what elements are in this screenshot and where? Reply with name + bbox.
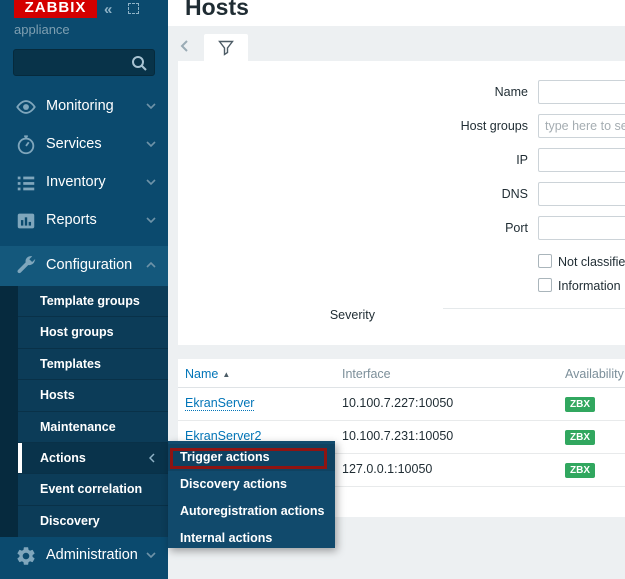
- sidebar-item-configuration[interactable]: Configuration: [0, 246, 168, 286]
- host-interface: 10.100.7.227:10050: [342, 396, 453, 410]
- sidebar-item-label: Inventory: [46, 174, 106, 190]
- selected-indicator-bar: [18, 443, 22, 473]
- page-header: Hosts: [168, 0, 625, 26]
- flyout-item-label: Trigger actions: [180, 450, 270, 464]
- host-interface: 127.0.0.1:10050: [342, 462, 432, 476]
- severity-not-classified-checkbox[interactable]: [538, 254, 552, 268]
- filter-host-groups-input[interactable]: [538, 114, 625, 138]
- eye-icon: [15, 96, 37, 118]
- stopwatch-icon: [15, 134, 37, 156]
- chevron-down-icon: [146, 103, 156, 110]
- flyout-item-label: Discovery actions: [180, 477, 287, 491]
- filter-tab[interactable]: [204, 34, 248, 61]
- flyout-item-label: Autoregistration actions: [180, 504, 324, 518]
- submenu-item-event-correlation[interactable]: Event correlation: [18, 474, 168, 505]
- submenu-item-templates[interactable]: Templates: [18, 349, 168, 380]
- severity-not-classified-label: Not classified: [558, 255, 625, 269]
- flyout-item-autoregistration-actions[interactable]: Autoregistration actions: [168, 498, 335, 525]
- column-header-name[interactable]: Name: [185, 367, 218, 381]
- sidebar-item-administration[interactable]: Administration: [0, 537, 168, 575]
- collapse-sidebar-icon[interactable]: «: [104, 1, 110, 18]
- server-name-label: appliance: [14, 22, 70, 37]
- submenu-item-hosts[interactable]: Hosts: [18, 380, 168, 411]
- filter-ip-label: IP: [516, 153, 528, 167]
- chevron-down-icon: [146, 217, 156, 224]
- funnel-icon: [218, 40, 234, 56]
- filter-dns-input[interactable]: [538, 182, 625, 206]
- tab-scroll-left-icon[interactable]: [180, 39, 189, 53]
- configuration-submenu: Template groups Host groups Templates Ho…: [0, 286, 168, 537]
- column-header-interface: Interface: [342, 367, 391, 381]
- filter-port-label: Port: [505, 221, 528, 235]
- submenu-label: Template groups: [40, 294, 140, 308]
- sidebar-item-label: Reports: [46, 212, 97, 228]
- filter-panel: Name Host groups IP DNS Port Severity: [178, 61, 625, 345]
- filter-port-input[interactable]: [538, 216, 625, 240]
- search-icon[interactable]: [130, 54, 148, 72]
- submenu-label: Templates: [40, 357, 101, 371]
- flyout-item-discovery-actions[interactable]: Discovery actions: [168, 471, 335, 498]
- sidebar-item-monitoring[interactable]: Monitoring: [0, 88, 168, 126]
- sidebar-item-label: Configuration: [46, 257, 132, 273]
- sidebar-item-label: Administration: [46, 547, 138, 563]
- sort-asc-icon: ▲: [222, 370, 230, 379]
- submenu-item-actions[interactable]: Actions: [18, 443, 168, 474]
- submenu-label: Hosts: [40, 388, 75, 402]
- flyout-item-label: Internal actions: [180, 531, 272, 545]
- severity-information-checkbox[interactable]: [538, 278, 552, 292]
- filter-name-label: Name: [495, 85, 528, 99]
- submenu-label: Actions: [40, 451, 86, 465]
- sidebar: ZABBIX « appliance Monitorin: [0, 0, 168, 579]
- host-link[interactable]: EkranServer: [185, 396, 254, 411]
- filter-dns-label: DNS: [502, 187, 528, 201]
- column-header-availability: Availability: [565, 367, 624, 381]
- list-icon: [15, 172, 37, 194]
- submenu-label: Maintenance: [40, 420, 116, 434]
- submenu-label: Host groups: [40, 325, 114, 339]
- submenu-item-discovery[interactable]: Discovery: [18, 506, 168, 537]
- sidebar-item-services[interactable]: Services: [0, 126, 168, 164]
- sidebar-item-inventory[interactable]: Inventory: [0, 164, 168, 202]
- submenu-item-maintenance[interactable]: Maintenance: [18, 412, 168, 443]
- hide-sidebar-icon[interactable]: [128, 3, 139, 14]
- sidebar-item-label: Services: [46, 136, 102, 152]
- chevron-left-icon: [149, 453, 156, 463]
- table-header-row: Name ▲ Interface Availability: [178, 359, 625, 388]
- submenu-item-template-groups[interactable]: Template groups: [18, 286, 168, 317]
- sidebar-item-label: Monitoring: [46, 98, 114, 114]
- page-title: Hosts: [185, 0, 249, 21]
- filter-severity-label: Severity: [330, 308, 375, 322]
- filter-divider: [443, 308, 625, 309]
- sidebar-item-reports[interactable]: Reports: [0, 202, 168, 240]
- wrench-icon: [15, 255, 37, 277]
- bar-chart-icon: [15, 210, 37, 232]
- main-menu: Monitoring Services: [0, 88, 168, 286]
- filter-tabbar: [168, 33, 625, 61]
- chevron-up-icon: [146, 262, 156, 269]
- filter-name-input[interactable]: [538, 80, 625, 104]
- severity-information-label: Information: [558, 279, 621, 293]
- zabbix-logo[interactable]: ZABBIX: [14, 0, 97, 18]
- host-interface: 10.100.7.231:10050: [342, 429, 453, 443]
- submenu-label: Event correlation: [40, 482, 142, 496]
- gear-icon: [15, 545, 37, 567]
- chevron-down-icon: [146, 179, 156, 186]
- search-input[interactable]: [20, 51, 128, 74]
- submenu-label: Discovery: [40, 514, 100, 528]
- availability-badge-zbx[interactable]: ZBX: [565, 397, 595, 412]
- flyout-item-trigger-actions[interactable]: Trigger actions: [168, 444, 335, 471]
- chevron-down-icon: [146, 552, 156, 559]
- flyout-item-internal-actions[interactable]: Internal actions: [168, 525, 335, 552]
- availability-badge-zbx[interactable]: ZBX: [565, 430, 595, 445]
- filter-host-groups-label: Host groups: [461, 119, 528, 133]
- table-row: EkranServer 10.100.7.227:10050 ZBX: [178, 388, 625, 421]
- zabbix-app-window: ZABBIX « appliance Monitorin: [0, 0, 625, 579]
- sidebar-search: [13, 49, 155, 76]
- chevron-down-icon: [146, 141, 156, 148]
- filter-ip-input[interactable]: [538, 148, 625, 172]
- availability-badge-zbx[interactable]: ZBX: [565, 463, 595, 478]
- submenu-item-host-groups[interactable]: Host groups: [18, 317, 168, 348]
- actions-flyout-menu: Trigger actions Discovery actions Autore…: [168, 441, 335, 548]
